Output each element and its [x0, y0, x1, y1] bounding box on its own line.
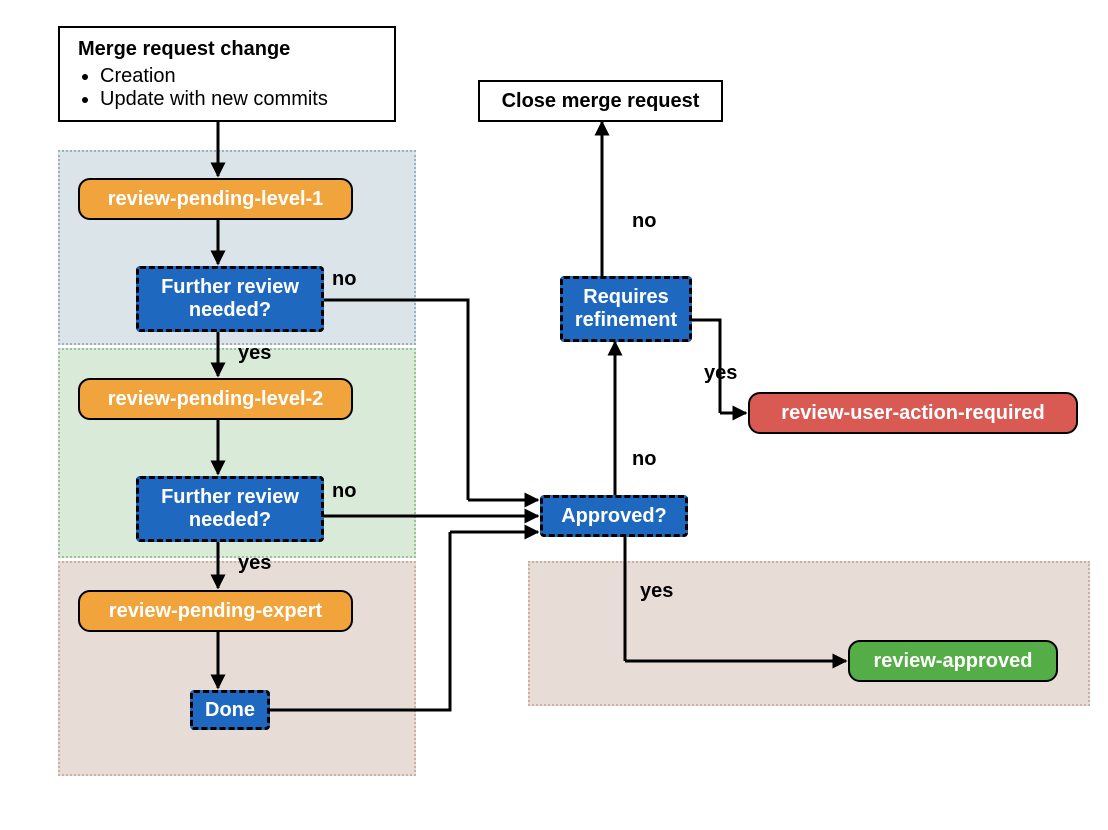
- state-review-pending-level-2: review-pending-level-2: [78, 378, 353, 420]
- close-merge-request: Close merge request: [478, 80, 723, 122]
- label-no-1: no: [332, 268, 356, 291]
- decision-approved: Approved?: [540, 495, 688, 537]
- state-pending-expert-label: review-pending-expert: [109, 600, 322, 623]
- state-pending2-label: review-pending-level-2: [108, 388, 324, 411]
- decision-requires-refinement: Requires refinement: [560, 276, 692, 342]
- label-yes-2: yes: [238, 552, 271, 575]
- start-box: Merge request change Creation Update wit…: [58, 26, 396, 122]
- state-approved-label: review-approved: [874, 650, 1033, 673]
- label-approved-no: no: [632, 448, 656, 471]
- decision-further2-label: Further review needed?: [153, 486, 307, 532]
- state-review-approved: review-approved: [848, 640, 1058, 682]
- decision-done: Done: [190, 690, 270, 730]
- state-user-action-label: review-user-action-required: [781, 402, 1044, 425]
- start-item-0: Creation: [100, 65, 376, 88]
- state-pending1-label: review-pending-level-1: [108, 188, 324, 211]
- label-no-2: no: [332, 480, 356, 503]
- state-review-pending-level-1: review-pending-level-1: [78, 178, 353, 220]
- decision-further-review-2: Further review needed?: [136, 476, 324, 542]
- decision-approved-label: Approved?: [561, 505, 667, 528]
- state-review-pending-expert: review-pending-expert: [78, 590, 353, 632]
- label-refine-yes: yes: [704, 362, 737, 385]
- decision-refinement-label: Requires refinement: [575, 286, 677, 332]
- start-items: Creation Update with new commits: [78, 65, 376, 111]
- decision-further1-label: Further review needed?: [153, 276, 307, 322]
- label-refine-no: no: [632, 210, 656, 233]
- close-merge-request-label: Close merge request: [502, 90, 700, 113]
- state-review-user-action-required: review-user-action-required: [748, 392, 1078, 434]
- decision-done-label: Done: [205, 699, 255, 722]
- start-title: Merge request change: [78, 38, 376, 61]
- start-item-1: Update with new commits: [100, 88, 376, 111]
- zone-approved: [528, 561, 1090, 706]
- label-approved-yes: yes: [640, 580, 673, 603]
- label-yes-1: yes: [238, 342, 271, 365]
- decision-further-review-1: Further review needed?: [136, 266, 324, 332]
